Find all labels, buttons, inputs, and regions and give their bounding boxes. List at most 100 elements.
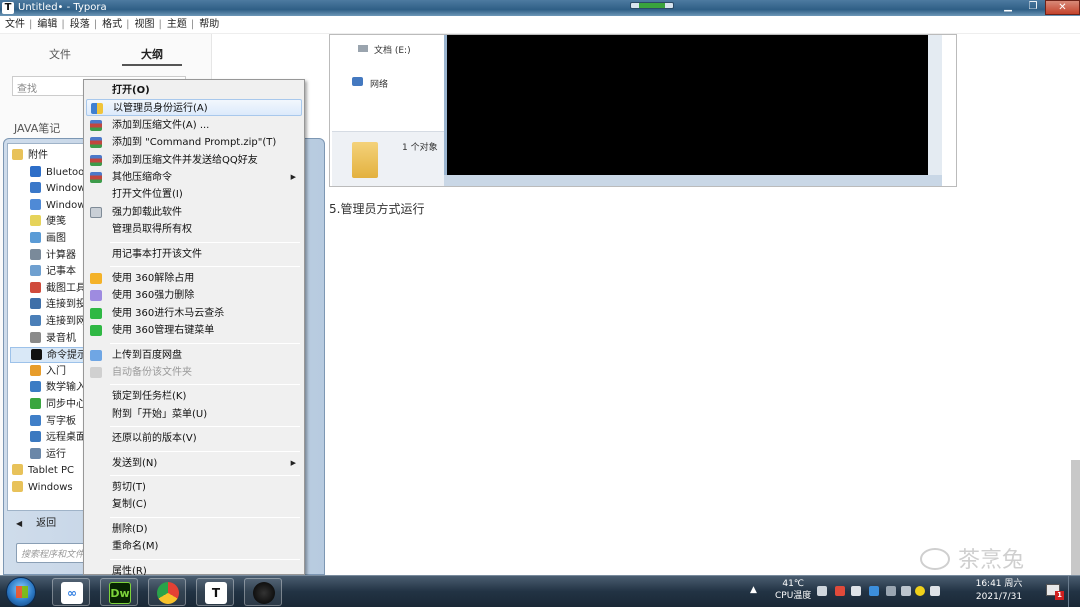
- context-menu-item[interactable]: 管理员取得所有权: [86, 221, 302, 238]
- console-scrollbar: [928, 35, 942, 175]
- baidu-netdisk-icon: ∞: [61, 582, 83, 604]
- program-icon: [30, 165, 41, 177]
- context-menu-item[interactable]: 还原以前的版本(V): [86, 430, 302, 447]
- window-title-bar[interactable]: T Untitled• - Typora ▁ ❐ ✕: [0, 0, 1080, 16]
- cloud2-icon: [90, 367, 102, 378]
- menu-item[interactable]: 视图: [130, 16, 155, 34]
- context-menu-item[interactable]: 附到「开始」菜单(U): [86, 406, 302, 423]
- program-icon: [30, 331, 41, 343]
- context-menu-item[interactable]: 重命名(M): [86, 538, 302, 555]
- editor-scrollbar[interactable]: [1071, 460, 1080, 576]
- security-icon[interactable]: [869, 586, 879, 596]
- menu-item[interactable]: 编辑: [32, 16, 57, 34]
- program-label: 截图工具: [46, 282, 86, 294]
- menu-separator: |: [61, 19, 65, 30]
- console-window: [444, 35, 942, 185]
- context-menu-item: 自动备份该文件夹: [86, 364, 302, 381]
- notification-icon[interactable]: 1: [1046, 584, 1064, 600]
- program-icon: [31, 349, 42, 361]
- minimize-button[interactable]: ▁: [995, 0, 1021, 15]
- menu-item[interactable]: 段落: [65, 16, 90, 34]
- context-menu-item[interactable]: 使用 360进行木马云查杀: [86, 305, 302, 322]
- context-menu-item[interactable]: 其他压缩命令 ▶: [86, 169, 302, 186]
- context-menu-item[interactable]: 打开文件位置(I): [86, 186, 302, 203]
- context-menu-label: 添加到压缩文件(A) ...: [112, 119, 210, 131]
- back-arrow-icon: ◀: [16, 519, 23, 528]
- context-menu-item[interactable]: 发送到(N) ▶: [86, 455, 302, 472]
- bluetooth-icon[interactable]: [886, 586, 896, 596]
- context-menu-label: 以管理员身份运行(A): [113, 103, 208, 115]
- context-menu-label: 剪切(T): [112, 482, 146, 493]
- context-menu-item[interactable]: 使用 360强力删除: [86, 287, 302, 304]
- program-label: 便笺: [46, 216, 66, 228]
- context-menu: 打开(O) 以管理员身份运行(A) 添加到压缩文件(A) ... 添加到 "Comma…: [83, 79, 305, 577]
- object-count: 1 个对象: [402, 143, 438, 153]
- context-menu-item[interactable]: 使用 360解除占用: [86, 270, 302, 287]
- explorer-status-bar: 1 个对象: [332, 131, 444, 186]
- cpu-temperature[interactable]: 41℃ CPU温度: [775, 578, 811, 602]
- cloud-icon: [90, 349, 102, 361]
- 360b-icon: [90, 290, 102, 302]
- context-menu-item[interactable]: 打开(O): [86, 82, 302, 99]
- clock-date: 2021/7/31: [975, 592, 1023, 602]
- menu-separator: [110, 475, 300, 476]
- context-menu-item[interactable]: 删除(D): [86, 521, 302, 538]
- flag-icon[interactable]: [930, 586, 940, 596]
- context-menu-item[interactable]: 强力卸载此软件: [86, 204, 302, 221]
- context-menu-item[interactable]: 使用 360管理右键菜单: [86, 322, 302, 339]
- qq-icon[interactable]: [835, 586, 845, 596]
- document-paragraph[interactable]: 5.管理员方式运行: [329, 200, 424, 217]
- start-button[interactable]: [6, 577, 36, 607]
- maximize-button[interactable]: ❐: [1021, 0, 1045, 15]
- outline-heading[interactable]: JAVA笔记: [14, 120, 60, 136]
- menu-item[interactable]: 文件: [0, 16, 25, 34]
- show-hidden-icons[interactable]: ▲: [750, 585, 762, 595]
- clock-time: 16:41 周六: [975, 579, 1023, 589]
- context-menu-label: 使用 360进行木马云查杀: [112, 307, 225, 319]
- taskbar-dreamweaver[interactable]: Dw: [100, 578, 138, 606]
- context-menu-item[interactable]: 添加到 "Command Prompt.zip"(T): [86, 134, 302, 151]
- context-menu-label: 还原以前的版本(V): [112, 433, 197, 445]
- 360-tray-icon[interactable]: [915, 586, 925, 596]
- context-menu-label: 使用 360解除占用: [112, 273, 195, 284]
- context-menu-item[interactable]: 复制(C): [86, 496, 302, 513]
- menu-item[interactable]: 帮助: [194, 16, 219, 34]
- typora-app-icon: T: [2, 2, 14, 14]
- rar-icon: [90, 119, 102, 131]
- context-menu-item[interactable]: 以管理员身份运行(A): [86, 99, 302, 117]
- clock[interactable]: 16:41 周六 2021/7/31: [970, 578, 1028, 604]
- volume-icon[interactable]: [817, 586, 827, 596]
- program-icon: [30, 232, 41, 243]
- back-button[interactable]: ◀ 返回: [8, 515, 94, 533]
- menu-separator: |: [29, 19, 33, 30]
- menu-separator: [110, 516, 300, 518]
- context-menu-label: 锁定到任务栏(K): [112, 391, 187, 403]
- folder-icon: [352, 142, 378, 178]
- context-menu-item[interactable]: 上传到百度网盘: [86, 347, 302, 364]
- menu-item[interactable]: 格式: [97, 16, 122, 34]
- context-menu-item[interactable]: 添加到压缩文件并发送给QQ好友: [86, 152, 302, 169]
- taskbar-chrome[interactable]: [148, 578, 186, 606]
- tab-outline[interactable]: 大纲: [122, 46, 182, 62]
- context-menu-item[interactable]: 锁定到任务栏(K): [86, 388, 302, 405]
- context-menu-item[interactable]: 剪切(T): [86, 479, 302, 496]
- taskbar-cmd[interactable]: [244, 578, 282, 606]
- close-button[interactable]: ✕: [1045, 0, 1080, 15]
- folder-icon: [12, 464, 23, 476]
- context-menu-item[interactable]: 添加到压缩文件(A) ...: [86, 117, 302, 134]
- taskbar-baidu-netdisk[interactable]: ∞: [52, 578, 90, 606]
- drive-icon: [358, 45, 368, 52]
- taskbar-typora[interactable]: T: [196, 578, 234, 606]
- menu-separator: [110, 450, 300, 452]
- menu-item[interactable]: 主题: [162, 16, 187, 34]
- device-icon[interactable]: [851, 586, 861, 596]
- network-status-icon[interactable]: [901, 586, 911, 596]
- context-menu-item[interactable]: 用记事本打开该文件: [86, 246, 302, 263]
- program-icon: [30, 431, 41, 443]
- window-title: Untitled• - Typora: [18, 2, 107, 13]
- program-label: 入门: [46, 365, 66, 377]
- tab-files[interactable]: 文件: [30, 46, 90, 62]
- menu-separator: [110, 384, 300, 386]
- wechat-logo-icon: [920, 548, 950, 570]
- show-desktop-button[interactable]: [1068, 576, 1080, 607]
